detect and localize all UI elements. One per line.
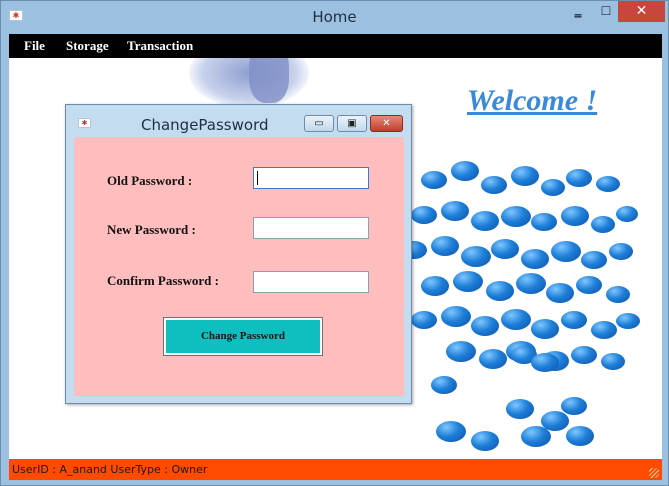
pill-decoration xyxy=(616,313,640,329)
welcome-heading: Welcome ! xyxy=(467,84,598,117)
pill-decoration xyxy=(441,306,471,327)
pill-decoration xyxy=(596,176,620,192)
pill-decoration xyxy=(461,246,491,267)
pill-decoration xyxy=(521,249,549,269)
pill-decoration xyxy=(471,316,499,336)
dialog-maximize-button[interactable]: ▣ xyxy=(337,115,367,132)
pill-decoration xyxy=(471,211,499,231)
pill-decoration xyxy=(451,161,479,181)
pill-decoration xyxy=(481,176,507,194)
pill-decoration xyxy=(471,431,499,451)
pill-decoration xyxy=(576,276,602,294)
menu-storage[interactable]: Storage xyxy=(66,38,109,54)
pill-decoration xyxy=(571,346,597,364)
pill-decoration xyxy=(511,166,539,186)
pill-decoration xyxy=(561,206,589,226)
pill-decoration xyxy=(441,201,469,221)
pill-decoration xyxy=(601,353,625,370)
pill-decoration xyxy=(479,349,507,369)
pill-decoration xyxy=(566,169,592,187)
new-password-label: New Password : xyxy=(107,222,196,237)
pill-decoration xyxy=(531,353,559,372)
dialog-close-button[interactable]: ✕ xyxy=(370,115,403,132)
pill-decoration xyxy=(486,281,514,301)
pill-decoration xyxy=(541,179,565,196)
menu-file[interactable]: File xyxy=(24,38,45,54)
old-password-input[interactable] xyxy=(253,167,369,189)
dialog-body: Old Password : New Password : Confirm Pa… xyxy=(74,137,404,396)
pill-decoration xyxy=(501,309,531,330)
pill-decoration xyxy=(446,341,476,362)
background-decoration xyxy=(249,58,289,103)
minimize-button[interactable]: ‗ xyxy=(567,2,589,24)
pill-decoration xyxy=(431,236,459,256)
dialog-minimize-button[interactable]: ▭ xyxy=(304,115,334,132)
status-bar: UserID : A_anand UserType : Owner xyxy=(9,459,662,480)
close-button[interactable]: ✕ xyxy=(618,1,665,22)
old-password-label: Old Password : xyxy=(107,173,193,188)
pill-decoration xyxy=(411,206,437,224)
pill-decoration xyxy=(561,311,587,329)
pill-decoration xyxy=(411,311,437,329)
status-text: UserID : A_anand UserType : Owner xyxy=(12,463,208,476)
confirm-password-input[interactable] xyxy=(253,271,369,293)
menu-transaction[interactable]: Transaction xyxy=(127,38,193,54)
pill-decoration xyxy=(531,213,557,231)
resize-grip-icon[interactable] xyxy=(649,468,659,478)
confirm-password-label: Confirm Password : xyxy=(107,273,219,288)
pill-decoration xyxy=(516,273,546,294)
pill-decoration xyxy=(431,376,457,394)
pill-decoration xyxy=(521,426,551,447)
pill-decoration xyxy=(581,251,607,269)
pill-decoration xyxy=(506,399,534,419)
pill-decoration xyxy=(501,206,531,227)
pill-decoration xyxy=(591,216,615,233)
pill-decoration xyxy=(609,243,633,260)
pill-decoration xyxy=(591,321,617,339)
maximize-button[interactable]: ☐ xyxy=(595,5,617,27)
pill-decoration xyxy=(421,171,447,189)
pill-decoration xyxy=(561,397,587,415)
main-titlebar[interactable]: ✱ Home ‗ ☐ ✕ xyxy=(1,1,668,33)
dialog-app-icon[interactable]: ✱ xyxy=(78,118,91,128)
pill-decoration xyxy=(436,421,466,442)
text-caret xyxy=(257,171,258,185)
change-password-button[interactable]: Change Password xyxy=(163,317,323,356)
pill-decoration xyxy=(616,206,638,222)
pill-decoration xyxy=(531,319,559,339)
pill-decoration xyxy=(606,286,630,303)
new-password-input[interactable] xyxy=(253,217,369,239)
pill-decoration xyxy=(421,276,449,296)
pill-decoration xyxy=(453,271,483,292)
pill-decoration xyxy=(551,241,581,262)
dialog-title: ChangePassword xyxy=(141,116,269,134)
menu-bar: File Storage Transaction xyxy=(9,34,662,58)
pill-decoration xyxy=(491,239,519,259)
pill-decoration xyxy=(546,283,574,303)
change-password-dialog: ✱ ChangePassword ▭ ▣ ✕ Old Password : Ne… xyxy=(65,104,412,404)
pill-decoration xyxy=(566,426,594,446)
